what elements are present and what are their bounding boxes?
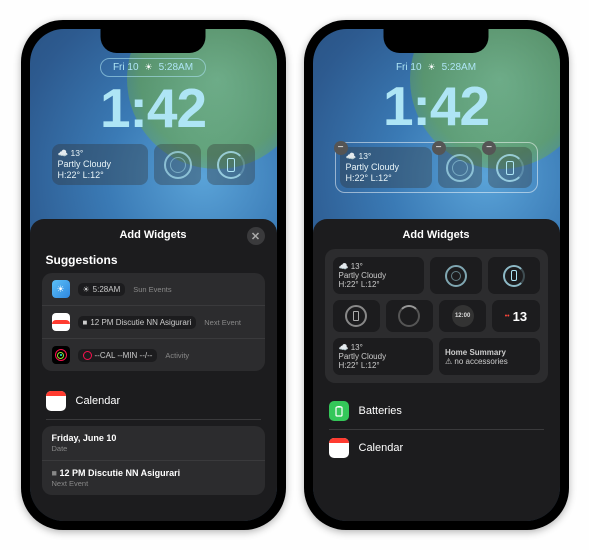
battery-ring-icon [496,154,524,182]
date-row-plain[interactable]: Fri 10 ☀ 5:28AM [396,62,476,73]
lock-screen: Fri 10 ☀ 5:28AM 1:42 − ☁️ 13° Partly Clo… [313,29,560,521]
calendar-widget-item[interactable]: ■ 12 PM Discutie NN Asigurari Next Event [42,461,265,495]
sunrise-icon: ☀ [83,285,90,294]
battery-widget[interactable] [207,144,254,185]
date-time: 5:28AM [442,62,476,73]
preview-home-summary[interactable]: Home Summary ⚠ no accessories [439,338,540,375]
close-icon: ✕ [251,230,260,243]
circular-widget[interactable] [154,144,201,185]
gauge-icon [398,305,420,327]
preview-weather-wide-2[interactable]: ☁️ 13° Partly Cloudy H:22° L:12° [333,338,434,375]
circles-icon [164,151,192,179]
activity-app-icon [52,346,70,364]
app-list-row[interactable]: Calendar [42,383,265,419]
divider [46,419,261,420]
close-button[interactable]: ✕ [247,227,265,245]
suggestion-item[interactable]: --CAL --MIN --/-- Activity [42,339,265,371]
preview-battery[interactable] [488,257,540,294]
circles-icon [445,265,467,287]
circles-icon [446,154,474,182]
clock-icon: 12:00 [452,305,474,327]
preview-gauge[interactable] [386,300,433,332]
calendar-widget-item[interactable]: Friday, June 10 Date [42,426,265,461]
preview-weather-wide[interactable]: ☁️ 13° Partly Cloudy H:22° L:12° [333,257,425,294]
battery-widget[interactable]: − [488,147,532,188]
phone-icon [227,158,235,172]
suggestion-item[interactable]: ■12 PM Discutie NN Asigurari Next Event [42,306,265,339]
lock-clock[interactable]: 1:42 [48,81,259,136]
phone-mockup-1: Fri 10 ☀ 5:28AM 1:42 ☁️ 13° Partly Cloud… [21,20,286,530]
app-list-row[interactable]: Calendar [325,430,548,466]
widget-edit-row[interactable]: − ☁️ 13° Partly Cloudy H:22° L:12° − − [335,142,538,193]
preview-clock[interactable]: 12:00 [439,300,486,332]
app-list-row[interactable]: Batteries [325,393,548,429]
suggestions-heading: Suggestions [46,253,261,267]
lock-screen: Fri 10 ☀ 5:28AM 1:42 ☁️ 13° Partly Cloud… [30,29,277,521]
lock-clock[interactable]: 1:42 [331,79,542,134]
batteries-icon [329,401,349,421]
notch [101,29,206,53]
phone-mockup-2: Fri 10 ☀ 5:28AM 1:42 − ☁️ 13° Partly Clo… [304,20,569,530]
app-label: Calendar [76,395,121,407]
suggestions-card: ☀ ☀5:28AM Sun Events ■12 PM Discutie NN … [42,273,265,371]
calendar-app-icon [52,313,70,331]
preview-battery-alt[interactable] [333,300,380,332]
notch [384,29,489,53]
suggestion-item[interactable]: ☀ ☀5:28AM Sun Events [42,273,265,306]
remove-widget-button[interactable]: − [334,141,348,155]
sheet-header: Add Widgets [313,219,560,249]
sheet-title: Add Widgets [402,229,469,241]
date-time: 5:28AM [159,62,193,73]
date-day: Fri 10 [113,62,139,73]
remove-widget-button[interactable]: − [482,141,496,155]
battery-ring-icon [217,151,245,179]
phone-icon [506,161,514,175]
date-day: Fri 10 [396,62,422,73]
preview-calendar-date[interactable]: ••13 [492,300,539,332]
sunrise-icon: ☀ [145,62,153,73]
sheet-header: Add Widgets ✕ [30,219,277,249]
weather-widget[interactable]: − ☁️ 13° Partly Cloudy H:22° L:12° [340,147,432,188]
date-pill[interactable]: Fri 10 ☀ 5:28AM [100,58,206,77]
app-label: Batteries [359,405,402,417]
calendar-icon [329,438,349,458]
add-widgets-sheet: Add Widgets ☁️ 13° Partly Cloudy H:22° L… [313,219,560,521]
sheet-title: Add Widgets [119,229,186,241]
remove-widget-button[interactable]: − [432,141,446,155]
add-widgets-sheet: Add Widgets ✕ Suggestions ☀ ☀5:28AM Sun … [30,219,277,521]
app-label: Calendar [359,442,404,454]
widget-preview-grid: ☁️ 13° Partly Cloudy H:22° L:12° 12:00 •… [325,249,548,383]
sunrise-icon: ☀ [428,62,436,73]
preview-circles[interactable] [430,257,482,294]
weather-app-icon: ☀ [52,280,70,298]
battery-ring-icon [503,265,525,287]
calendar-icon [46,391,66,411]
battery-ring-icon [345,305,367,327]
circular-widget[interactable]: − [438,147,482,188]
weather-widget[interactable]: ☁️ 13° Partly Cloudy H:22° L:12° [52,144,149,185]
